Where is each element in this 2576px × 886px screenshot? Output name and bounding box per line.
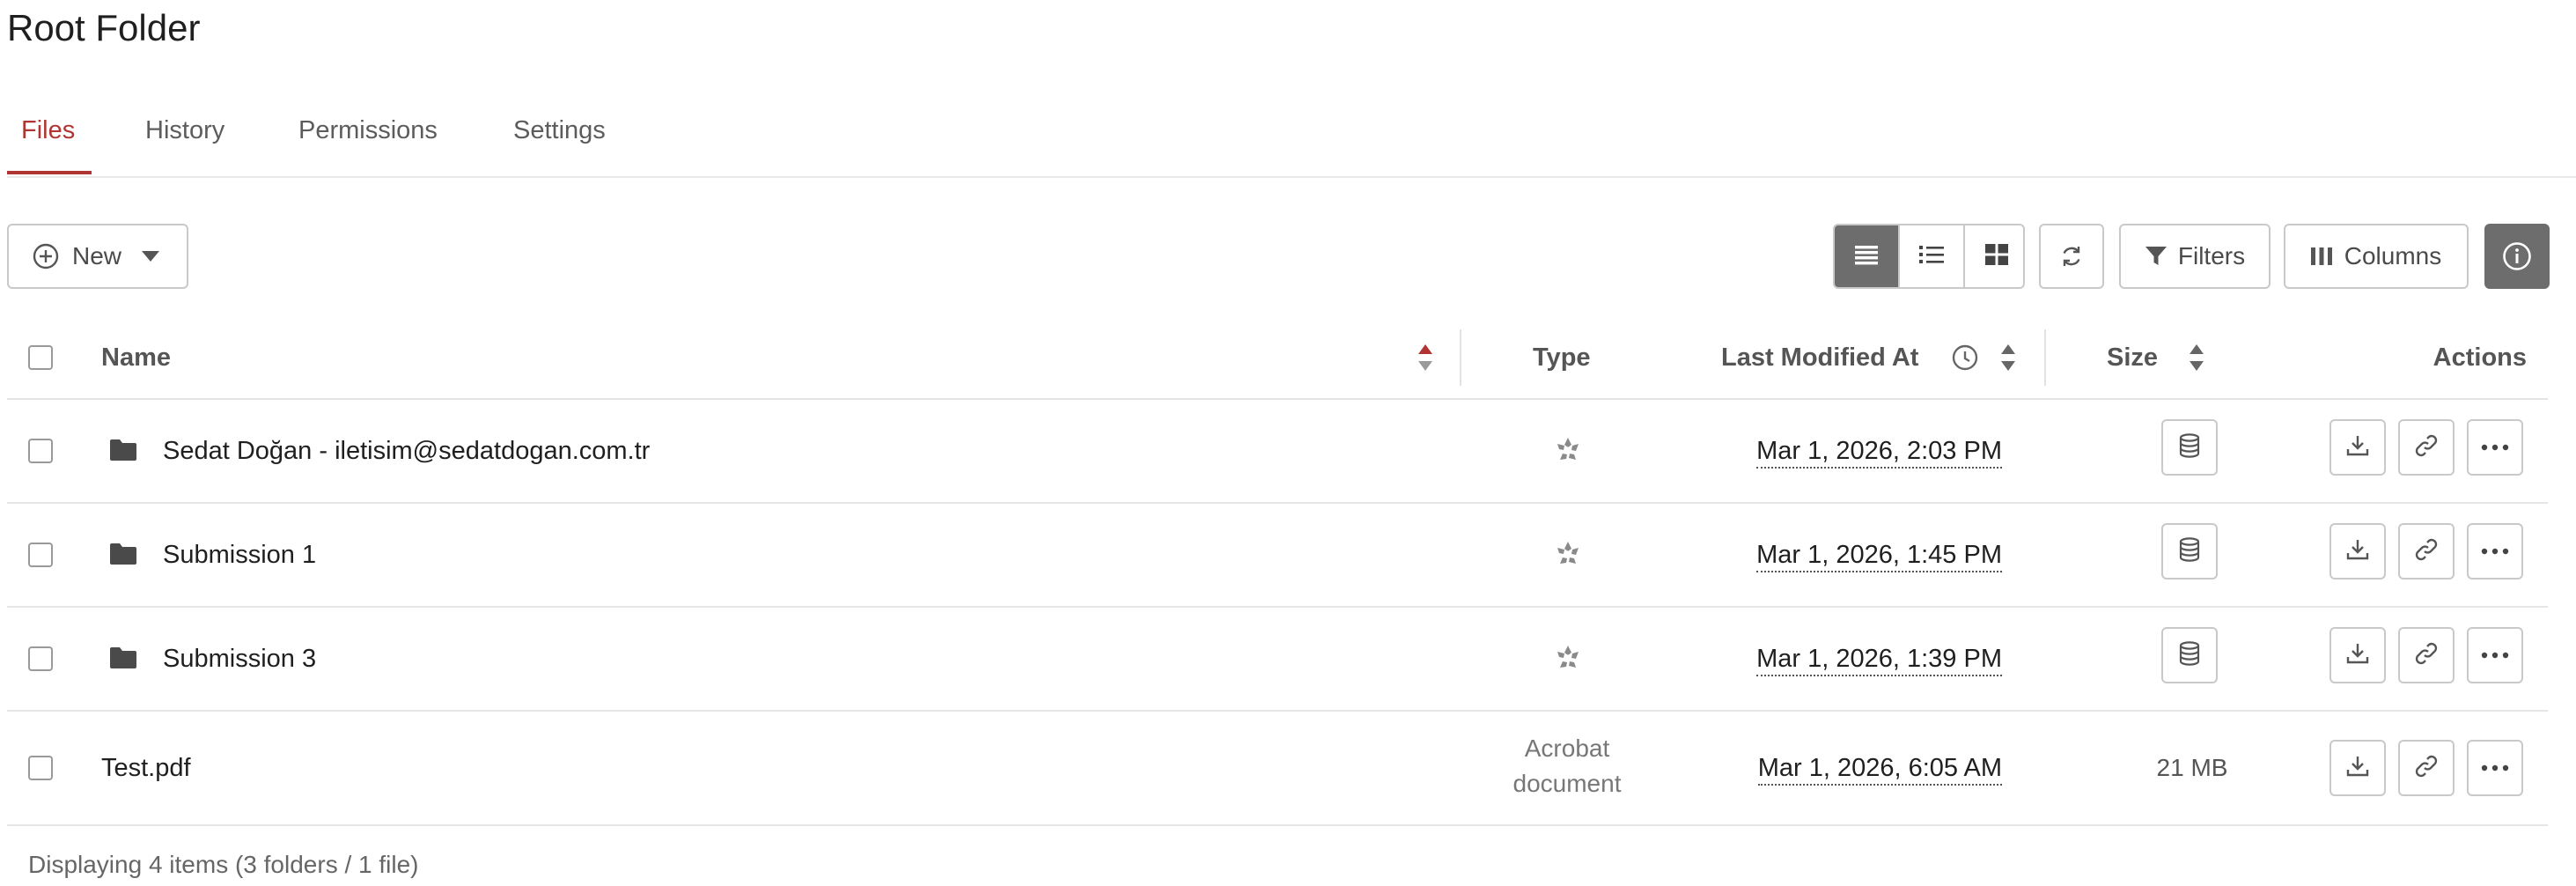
filters-button[interactable]: Filters xyxy=(2119,224,2271,289)
info-panel-button[interactable] xyxy=(2484,224,2550,289)
folder-name[interactable]: Submission 3 xyxy=(163,643,316,675)
storage-details-button[interactable] xyxy=(2161,419,2218,476)
link-icon xyxy=(2414,641,2439,670)
select-all-checkbox[interactable] xyxy=(28,345,53,370)
more-actions-button[interactable] xyxy=(2467,627,2523,683)
column-header-actions: Actions xyxy=(2432,343,2527,372)
row-checkbox[interactable] xyxy=(28,543,53,567)
column-header-last-modified[interactable]: Last Modified At xyxy=(1721,342,1918,373)
last-modified-date[interactable]: Mar 1, 2026, 1:45 PM xyxy=(1756,539,2002,572)
copy-link-button[interactable] xyxy=(2398,419,2455,476)
file-size: 21 MB xyxy=(2156,754,2228,781)
storage-details-button[interactable] xyxy=(2161,627,2218,683)
copy-link-button[interactable] xyxy=(2398,740,2455,796)
caret-down-icon xyxy=(141,250,160,262)
page-title: Root Folder xyxy=(7,7,201,48)
last-modified-date[interactable]: Mar 1, 2026, 2:03 PM xyxy=(1756,435,2002,469)
more-actions-button[interactable] xyxy=(2467,740,2523,796)
file-type: Acrobat document xyxy=(1479,731,1655,801)
file-type-line: Acrobat xyxy=(1524,735,1610,762)
column-resize-handle[interactable] xyxy=(1460,329,1461,386)
file-type-line: document xyxy=(1512,770,1622,797)
link-icon xyxy=(2414,754,2439,783)
last-modified-date[interactable]: Mar 1, 2026, 6:05 AM xyxy=(1757,752,2002,786)
copy-link-button[interactable] xyxy=(2398,523,2455,580)
table-row[interactable]: Test.pdf Acrobat document Mar 1, 2026, 6… xyxy=(7,712,2548,826)
active-tab-indicator xyxy=(7,171,92,174)
column-resize-handle[interactable] xyxy=(2044,329,2046,386)
sort-icon[interactable] xyxy=(1998,342,2018,378)
shared-folder-icon xyxy=(1553,539,1583,573)
folder-icon xyxy=(110,439,136,466)
filters-button-label: Filters xyxy=(2177,242,2246,269)
compact-list-icon xyxy=(1855,244,1878,269)
column-header-type[interactable]: Type xyxy=(1533,342,1591,373)
folder-icon xyxy=(110,646,136,674)
compact-list-view-button[interactable] xyxy=(1835,225,1898,287)
download-button[interactable] xyxy=(2329,740,2386,796)
refresh-button[interactable] xyxy=(2039,224,2104,289)
link-icon xyxy=(2414,433,2439,462)
columns-icon xyxy=(2310,246,2332,267)
grid-view-button[interactable] xyxy=(1965,225,2023,287)
row-checkbox[interactable] xyxy=(28,646,53,671)
download-icon xyxy=(2346,642,2369,669)
sort-active-icon[interactable] xyxy=(1416,342,1435,378)
database-icon xyxy=(2179,536,2200,566)
tab-history[interactable]: History xyxy=(145,113,224,148)
database-icon xyxy=(2179,640,2200,670)
folder-name[interactable]: Submission 1 xyxy=(163,539,316,571)
view-mode-toggle xyxy=(1833,224,2025,289)
info-icon xyxy=(2502,241,2532,271)
last-modified-date[interactable]: Mar 1, 2026, 1:39 PM xyxy=(1756,643,2002,676)
column-header-size[interactable]: Size xyxy=(2107,342,2158,373)
clock-icon xyxy=(1951,343,1979,376)
table-row[interactable]: Sedat Doğan - iletisim@sedatdogan.com.tr… xyxy=(7,400,2548,504)
refresh-icon xyxy=(2059,244,2084,269)
download-button[interactable] xyxy=(2329,523,2386,580)
table-row[interactable]: Submission 3 Mar 1, 2026, 1:39 PM xyxy=(7,608,2548,712)
row-checkbox[interactable] xyxy=(28,756,53,780)
tab-permissions[interactable]: Permissions xyxy=(298,113,438,148)
table-row[interactable]: Submission 1 Mar 1, 2026, 1:45 PM xyxy=(7,504,2548,608)
download-icon xyxy=(2346,434,2369,461)
tab-files[interactable]: Files xyxy=(21,113,75,148)
funnel-icon xyxy=(2145,245,2168,268)
more-icon xyxy=(2481,647,2509,663)
database-icon xyxy=(2179,432,2200,462)
download-icon xyxy=(2346,538,2369,565)
more-icon xyxy=(2481,439,2509,455)
storage-details-button[interactable] xyxy=(2161,523,2218,580)
more-icon xyxy=(2481,760,2509,776)
detail-list-view-button[interactable] xyxy=(1900,225,1963,287)
more-actions-button[interactable] xyxy=(2467,419,2523,476)
more-icon xyxy=(2481,543,2509,559)
link-icon xyxy=(2414,537,2439,566)
shared-folder-icon xyxy=(1553,435,1583,469)
sort-icon[interactable] xyxy=(2187,342,2206,378)
plus-circle-icon xyxy=(32,242,60,270)
shared-folder-icon xyxy=(1553,643,1583,677)
list-icon xyxy=(1919,244,1944,269)
item-count-summary: Displaying 4 items (3 folders / 1 file) xyxy=(28,851,419,878)
tab-settings[interactable]: Settings xyxy=(513,113,606,148)
download-button[interactable] xyxy=(2329,627,2386,683)
download-icon xyxy=(2346,755,2369,782)
columns-button[interactable]: Columns xyxy=(2284,224,2469,289)
more-actions-button[interactable] xyxy=(2467,523,2523,580)
table-header: Name Type Last Modified At Size Actions xyxy=(7,317,2548,400)
folder-icon xyxy=(110,543,136,570)
column-header-name[interactable]: Name xyxy=(101,342,171,373)
new-button-label: New xyxy=(72,242,122,269)
new-button[interactable]: New xyxy=(7,224,188,289)
copy-link-button[interactable] xyxy=(2398,627,2455,683)
tab-bar: Files History Permissions Settings xyxy=(7,106,2576,178)
grid-icon xyxy=(1985,243,2008,269)
folder-name[interactable]: Sedat Doğan - iletisim@sedatdogan.com.tr xyxy=(163,435,650,467)
file-browser-page: Root Folder Files History Permissions Se… xyxy=(0,0,2576,886)
row-checkbox[interactable] xyxy=(28,439,53,463)
download-button[interactable] xyxy=(2329,419,2386,476)
columns-button-label: Columns xyxy=(2344,242,2442,269)
file-name[interactable]: Test.pdf xyxy=(101,752,191,784)
